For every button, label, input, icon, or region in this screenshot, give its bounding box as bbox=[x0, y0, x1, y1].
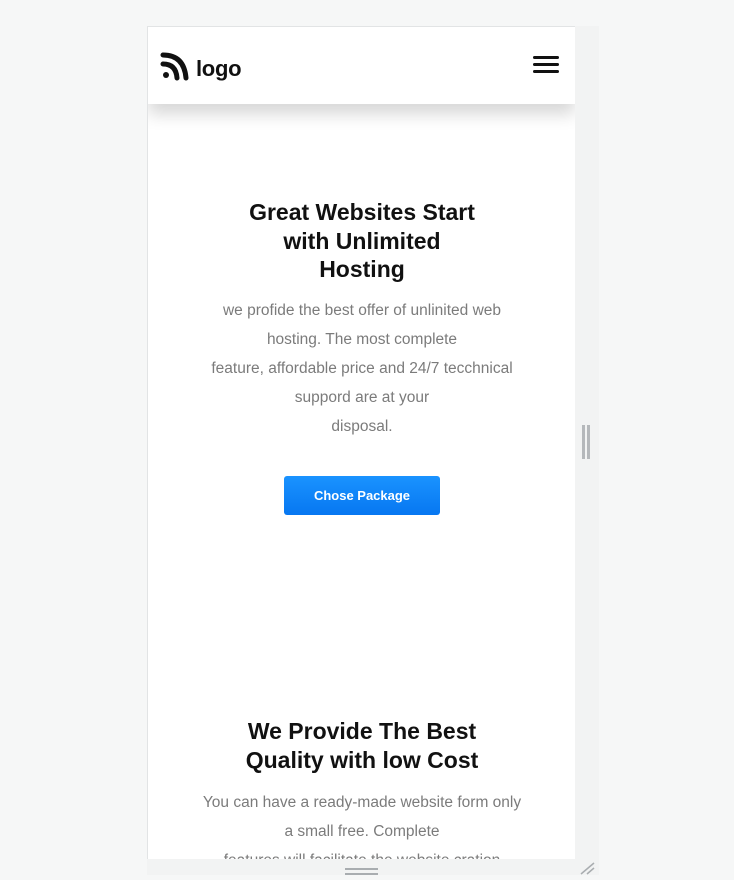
navbar: logo bbox=[148, 27, 575, 104]
hero-description-line: we profide the best offer of unlinited w… bbox=[222, 302, 502, 319]
hero-description-line: disposal. bbox=[331, 418, 393, 435]
hero-description-line: suppord are at your bbox=[294, 389, 430, 406]
features-title-line: We Provide The Best bbox=[247, 718, 477, 744]
hero-description-line: hosting. The most complete bbox=[266, 331, 458, 348]
hero-description: we profide the best offer of unlinited w… bbox=[201, 296, 523, 441]
hero-title-line: Hosting bbox=[319, 256, 405, 282]
hamburger-menu-icon[interactable] bbox=[533, 56, 559, 76]
features-description: You can have a ready-made website form o… bbox=[192, 788, 532, 860]
features-title: We Provide The Best Quality with low Cos… bbox=[212, 717, 512, 774]
features-title-line: Quality with low Cost bbox=[245, 746, 479, 773]
hero-title: Great Websites Start with Unlimited Host… bbox=[232, 198, 492, 284]
signal-wave-logo-icon bbox=[160, 51, 190, 86]
hero-title-line: Great Websites Start bbox=[249, 199, 475, 225]
brand-logo-text: logo bbox=[196, 55, 242, 81]
hero-title-line: with Unlimited bbox=[283, 227, 441, 254]
features-description-line: You can have a ready-made website form o… bbox=[202, 794, 522, 811]
features-description-line: a small free. Complete bbox=[284, 823, 440, 840]
chose-package-button[interactable]: Chose Package bbox=[284, 476, 440, 515]
brand-logo[interactable]: logo bbox=[160, 51, 242, 86]
horizontal-resize-handle[interactable] bbox=[582, 425, 590, 459]
vertical-resize-handle[interactable] bbox=[345, 868, 378, 875]
mobile-viewport: logo Great Websites Start with Unlimited… bbox=[147, 26, 576, 860]
corner-resize-grip-icon[interactable] bbox=[578, 860, 596, 875]
hero-description-line: feature, affordable price and 24/7 tecch… bbox=[211, 360, 513, 377]
